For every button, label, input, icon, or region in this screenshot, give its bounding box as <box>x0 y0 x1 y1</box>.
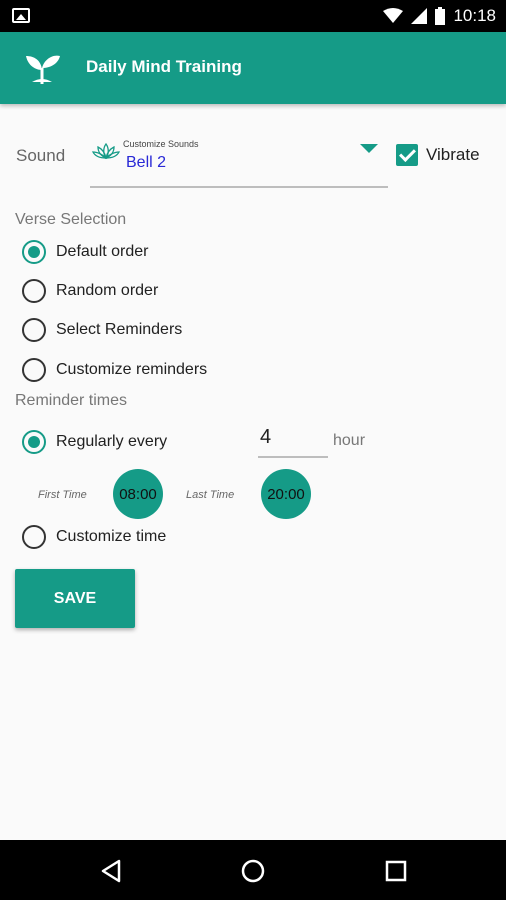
selected-sound: Bell 2 <box>126 154 167 171</box>
radio-select-reminders[interactable]: Select Reminders <box>22 317 182 343</box>
app-title: Daily Mind Training <box>86 57 242 76</box>
vibrate-toggle[interactable]: Vibrate <box>396 144 480 166</box>
sound-label: Sound <box>16 146 66 165</box>
dropdown-title: Customize Sounds <box>123 139 199 149</box>
last-time-label: Last Time <box>186 489 235 501</box>
radio-regularly-every[interactable]: Regularly every <box>22 429 167 455</box>
image-icon <box>12 8 30 23</box>
verse-selection-title: Verse Selection <box>15 211 127 228</box>
status-bar: 10:18 <box>0 0 506 32</box>
interval-unit: hour <box>333 432 366 449</box>
wifi-icon <box>383 8 404 23</box>
back-icon[interactable] <box>99 858 125 884</box>
radio-customize-time[interactable]: Customize time <box>22 524 166 550</box>
radio-label: Customize time <box>56 528 167 545</box>
first-time-button[interactable]: 08:00 <box>113 469 163 519</box>
radio-label: Default order <box>56 243 149 260</box>
recents-icon[interactable] <box>383 858 409 884</box>
status-clock: 10:18 <box>453 6 496 25</box>
radio-button[interactable] <box>22 525 46 549</box>
radio-label: Regularly every <box>56 433 168 450</box>
radio-button[interactable] <box>22 430 46 454</box>
sprout-icon <box>26 55 60 84</box>
radio-button[interactable] <box>22 358 46 382</box>
lotus-icon <box>92 142 120 160</box>
radio-customize-reminders[interactable]: Customize reminders <box>22 357 207 383</box>
battery-icon <box>435 7 446 25</box>
radio-label: Random order <box>56 282 159 299</box>
sound-dropdown[interactable]: Customize Sounds Bell 2 <box>90 134 388 188</box>
radio-button[interactable] <box>22 318 46 342</box>
first-time-label: First Time <box>38 489 87 501</box>
navigation-bar <box>0 840 506 900</box>
radio-random-order[interactable]: Random order <box>22 278 158 304</box>
radio-label: Select Reminders <box>56 321 183 338</box>
radio-button[interactable] <box>22 279 46 303</box>
status-icons: 10:18 <box>383 6 496 26</box>
last-time-button[interactable]: 20:00 <box>261 469 311 519</box>
reminder-times-title: Reminder times <box>15 392 128 409</box>
radio-label: Customize reminders <box>56 361 208 378</box>
vibrate-label: Vibrate <box>426 145 480 164</box>
radio-default-order[interactable]: Default order <box>22 239 149 265</box>
save-button[interactable]: SAVE <box>15 569 135 628</box>
interval-input[interactable]: 4 <box>258 426 328 458</box>
vibrate-checkbox[interactable] <box>396 144 418 166</box>
app-bar: Daily Mind Training <box>0 32 506 104</box>
dropdown-arrow-icon[interactable] <box>360 144 378 153</box>
home-icon[interactable] <box>240 858 266 884</box>
radio-button[interactable] <box>22 240 46 264</box>
cell-signal-icon <box>411 8 428 24</box>
